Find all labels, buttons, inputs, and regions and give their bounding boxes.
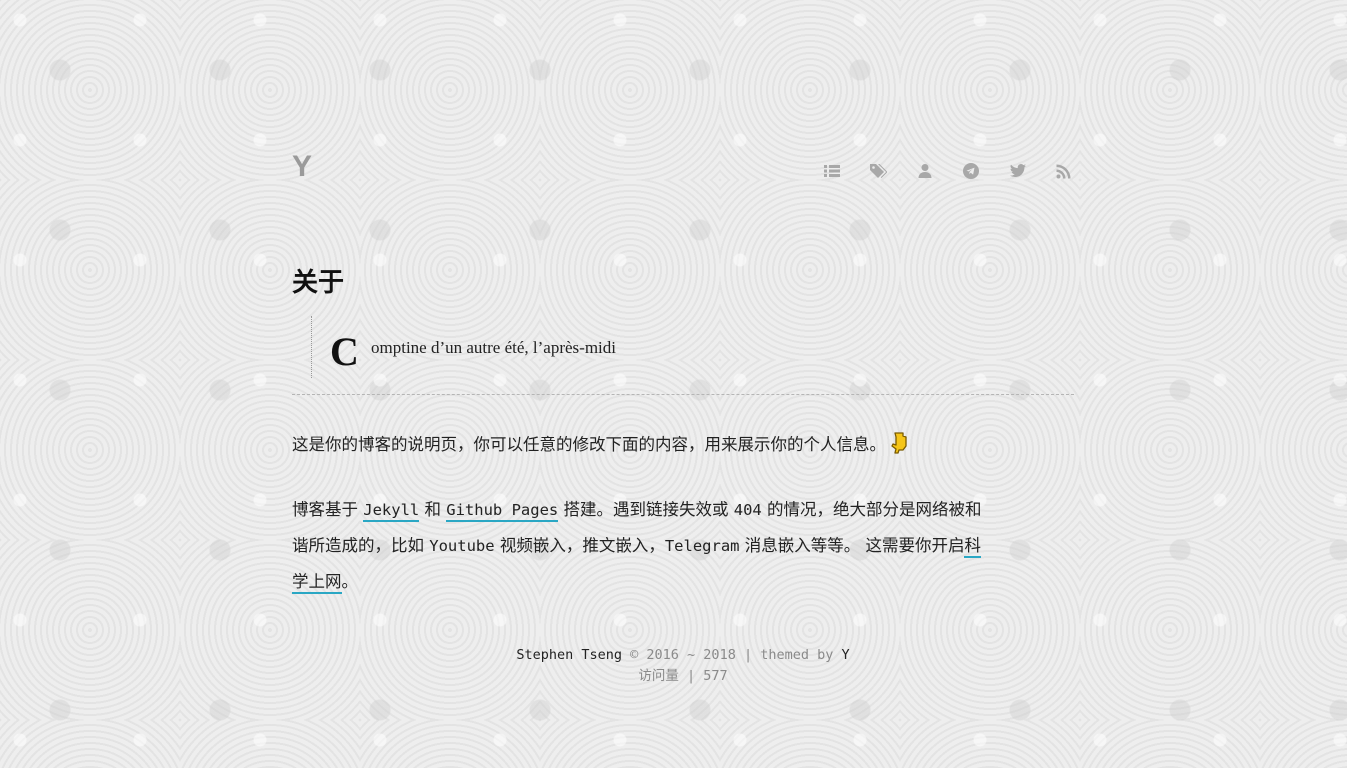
code-404: 404 <box>733 501 762 519</box>
text-span: 的情况，绝大部分是网络被和 <box>761 500 982 519</box>
divider <box>292 394 1074 395</box>
text-span: 谐所造成的，比如 <box>292 536 430 555</box>
tags-icon[interactable] <box>868 161 888 181</box>
header-nav <box>822 161 1074 181</box>
intro-text: 这是你的博客的说明页，你可以任意的修改下面的内容，用来展示你的个人信息。 <box>292 435 886 454</box>
twitter-icon[interactable] <box>1008 161 1028 181</box>
visits-line: 访问量 | 577 <box>292 666 1074 687</box>
quote-text: omptine d’un autre été, l’après-midi <box>371 338 616 357</box>
text-span: 视频嵌入，推文嵌入， <box>494 536 665 555</box>
footer: Stephen Tseng © 2016 ~ 2018 | themed by … <box>292 645 1074 687</box>
intro-paragraph: 这是你的博客的说明页，你可以任意的修改下面的内容，用来展示你的个人信息。 <box>292 432 1082 462</box>
visits-label: 访问量 | <box>638 668 704 684</box>
text-span: 博客基于 <box>292 500 364 519</box>
code-youtube: Youtube <box>429 537 495 555</box>
paragraph-line: 学上网。 <box>292 564 1082 600</box>
owner-link[interactable]: Stephen Tseng <box>516 647 622 663</box>
quote-dropcap: C <box>330 329 359 374</box>
text-span: 。 <box>341 572 359 591</box>
text-span: 消息嵌入等等。 这需要你开启 <box>739 536 965 555</box>
text-span: 搭建。遇到链接失效或 <box>558 500 734 519</box>
user-icon[interactable] <box>915 161 935 181</box>
rss-icon[interactable] <box>1054 161 1074 181</box>
paragraph-line: 博客基于 Jekyll 和 Github Pages 搭建。遇到链接失效或 40… <box>292 492 1082 528</box>
jekyll-link[interactable]: Jekyll <box>363 501 420 522</box>
copyright-text: © 2016 ~ 2018 | themed by <box>622 647 842 663</box>
text-span: 和 <box>419 500 447 519</box>
blockquote: C omptine d’un autre été, l’après-midi <box>311 316 731 378</box>
telegram-icon[interactable] <box>961 161 981 181</box>
code-telegram: Telegram <box>664 537 740 555</box>
github-pages-link[interactable]: Github Pages <box>446 501 559 522</box>
hand-pointing-down-icon <box>890 432 908 462</box>
paragraph-line: 谐所造成的，比如 Youtube 视频嵌入，推文嵌入，Telegram 消息嵌入… <box>292 528 1082 564</box>
science-link-part2[interactable]: 学上网 <box>292 572 342 594</box>
theme-link[interactable]: Y <box>841 647 849 663</box>
footer-line: Stephen Tseng © 2016 ~ 2018 | themed by … <box>516 647 849 663</box>
page-title: 关于 <box>292 268 345 298</box>
site-logo[interactable]: Y <box>292 150 312 184</box>
blog-info-paragraph: 博客基于 Jekyll 和 Github Pages 搭建。遇到链接失效或 40… <box>292 492 1082 600</box>
science-link-part1[interactable]: 科 <box>964 536 981 558</box>
visits-count: 577 <box>703 668 728 684</box>
list-icon[interactable] <box>822 161 842 181</box>
